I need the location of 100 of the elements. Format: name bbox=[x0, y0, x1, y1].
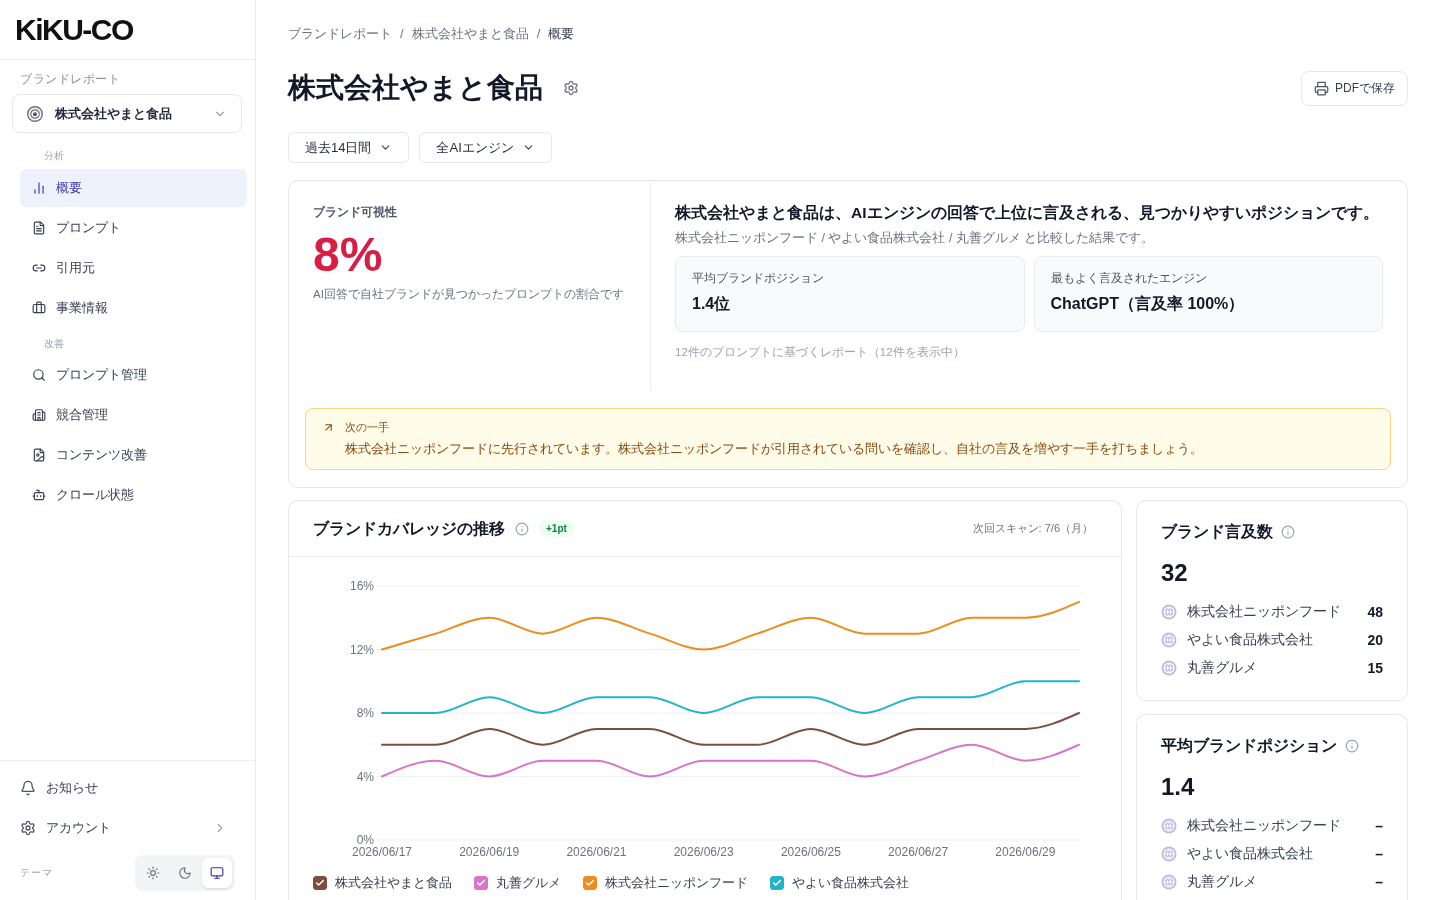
sidebar-link[interactable]: お知らせ bbox=[12, 768, 243, 808]
axis-label: 2026/06/29 bbox=[995, 845, 1056, 859]
axis-label: 2026/06/27 bbox=[888, 845, 949, 859]
globe-icon bbox=[1161, 604, 1177, 620]
breadcrumb-link[interactable]: 株式会社やまと食品 bbox=[411, 24, 529, 44]
card-title: 平均ブランドポジション bbox=[1161, 736, 1337, 756]
info-icon[interactable] bbox=[515, 521, 529, 536]
moon-icon bbox=[178, 866, 192, 880]
legend-checkbox[interactable] bbox=[474, 876, 488, 890]
nav-item[interactable]: 事業情報 bbox=[20, 289, 247, 327]
link-icon bbox=[32, 261, 46, 275]
axis-label: 2026/06/23 bbox=[673, 845, 734, 859]
pdf-button[interactable]: PDFで保存 bbox=[1301, 70, 1408, 106]
group-label: 分析 bbox=[43, 149, 64, 163]
bell-icon bbox=[20, 780, 36, 796]
breadcrumb-link[interactable]: ブランドレポート bbox=[288, 24, 392, 44]
legend-label: 丸善グルメ bbox=[496, 874, 561, 892]
nav-item[interactable]: コンテンツ改善 bbox=[20, 436, 247, 474]
competitor-name: やよい食品株式会社 bbox=[1187, 845, 1314, 863]
stat-label: 平均ブランドポジション bbox=[692, 270, 825, 286]
axis-label: 16% bbox=[349, 579, 374, 593]
nav-item[interactable]: プロンプト管理 bbox=[20, 356, 247, 394]
nav-item[interactable]: プロンプト bbox=[20, 209, 247, 247]
competitor-value: – bbox=[1375, 846, 1383, 862]
globe-icon bbox=[1161, 818, 1177, 834]
nav-item[interactable]: 概要 bbox=[20, 169, 247, 207]
filter-dropdown[interactable]: 過去14日間 bbox=[288, 132, 410, 163]
document-icon bbox=[32, 221, 46, 235]
page-name-text: 概要 bbox=[548, 25, 575, 43]
legend-checkbox[interactable] bbox=[313, 876, 327, 890]
axis-label: 4% bbox=[356, 769, 374, 784]
briefcase-icon bbox=[32, 301, 46, 315]
globe-icon bbox=[1161, 632, 1177, 648]
summary-subtitle: 株式会社ニッポンフード / やよい食品株式会社 / 丸善グルメ と比較した結果です。 bbox=[675, 230, 1156, 247]
logo: KiKU-CO bbox=[15, 14, 133, 45]
check-icon bbox=[772, 878, 782, 888]
axis-label: 2026/06/25 bbox=[780, 845, 841, 859]
report-footnote: 12件のプロンプトに基づくレポート（12件を表示中） bbox=[675, 345, 966, 360]
legend-label: 株式会社ニッポンフード bbox=[605, 874, 748, 892]
metric-description: AI回答で自社ブランドが見つかったプロンプトの割合です bbox=[313, 287, 625, 302]
stat-value: 32 bbox=[1161, 558, 1189, 588]
settings-icon bbox=[20, 820, 36, 836]
info-icon[interactable] bbox=[1345, 739, 1359, 753]
globe-icon bbox=[1161, 846, 1177, 862]
sidebar-link[interactable]: アカウント bbox=[12, 808, 243, 848]
section-label: ブランドレポート bbox=[19, 71, 120, 87]
brand-selector[interactable]: 株式会社やまと食品 bbox=[12, 94, 242, 133]
group-label: 改善 bbox=[43, 337, 64, 351]
competitor-value: 20 bbox=[1367, 632, 1383, 648]
arrow-up-right-icon bbox=[322, 421, 335, 434]
slash-text: / bbox=[400, 25, 404, 43]
legend-checkbox[interactable] bbox=[770, 876, 784, 890]
axis-label: 2026/06/17 bbox=[351, 845, 413, 859]
competitor-name: 丸善グルメ bbox=[1187, 659, 1258, 677]
bar-chart-icon bbox=[32, 181, 46, 195]
stat-label: 最もよく言及されたエンジン bbox=[1050, 270, 1208, 286]
legend-checkbox[interactable] bbox=[583, 876, 597, 890]
robot-icon bbox=[32, 488, 46, 502]
search-icon bbox=[32, 368, 46, 382]
next-scan-text: 次回スキャン: 7/6（月） bbox=[972, 521, 1093, 536]
nav-item[interactable]: 引用元 bbox=[20, 249, 247, 287]
image-file-icon bbox=[32, 448, 46, 462]
axis-label: 12% bbox=[349, 642, 374, 657]
axis-label: 2026/06/19 bbox=[459, 845, 520, 859]
stat-value: ChatGPT（言及率 100%） bbox=[1050, 294, 1246, 314]
competitor-name: 丸善グルメ bbox=[1187, 873, 1258, 891]
check-icon bbox=[476, 878, 486, 888]
globe-icon bbox=[1161, 660, 1177, 676]
stat-value: 1.4位 bbox=[692, 294, 732, 314]
settings-icon[interactable] bbox=[563, 80, 579, 96]
change-indicator: +1pt bbox=[539, 520, 574, 537]
monitor-icon bbox=[210, 866, 224, 880]
page-title: 株式会社やまと食品 bbox=[288, 71, 543, 105]
theme-label: テーマ bbox=[20, 866, 53, 880]
theme-option[interactable] bbox=[202, 858, 232, 888]
metric-value: 8% bbox=[313, 229, 384, 281]
globe-icon bbox=[1161, 874, 1177, 890]
competitor-name: 株式会社ニッポンフード bbox=[1187, 817, 1342, 835]
callout-text: 株式会社ニッポンフードに先行されています。株式会社ニッポンフードが引用されている問いを確認し、自社の言及を増やす一手を打ちましょう。 bbox=[345, 440, 1203, 458]
check-icon bbox=[315, 878, 325, 888]
competitor-value: 48 bbox=[1367, 604, 1383, 620]
building-icon bbox=[32, 408, 46, 422]
legend-label: やよい食品株式会社 bbox=[792, 874, 909, 892]
metric-label: ブランド可視性 bbox=[313, 205, 398, 219]
slash-text: / bbox=[536, 25, 541, 43]
axis-label: 8% bbox=[356, 706, 374, 720]
card-title: ブランドカバレッジの推移 bbox=[313, 518, 505, 539]
competitor-name: 株式会社ニッポンフード bbox=[1187, 603, 1342, 621]
brand-logo-icon bbox=[27, 105, 43, 122]
nav-item[interactable]: クロール状態 bbox=[20, 476, 247, 514]
axis-label: 0% bbox=[356, 833, 374, 847]
sun-icon bbox=[146, 866, 160, 880]
competitor-value: – bbox=[1375, 818, 1383, 834]
filter-dropdown[interactable]: 全AIエンジン bbox=[419, 132, 552, 163]
competitor-value: 15 bbox=[1367, 660, 1383, 676]
nav-item[interactable]: 競合管理 bbox=[20, 396, 247, 434]
info-icon[interactable] bbox=[1281, 525, 1295, 539]
callout-label: 次の一手 bbox=[345, 420, 390, 435]
stat-value: 1.4 bbox=[1161, 772, 1196, 802]
axis-label: 2026/06/21 bbox=[566, 845, 627, 859]
